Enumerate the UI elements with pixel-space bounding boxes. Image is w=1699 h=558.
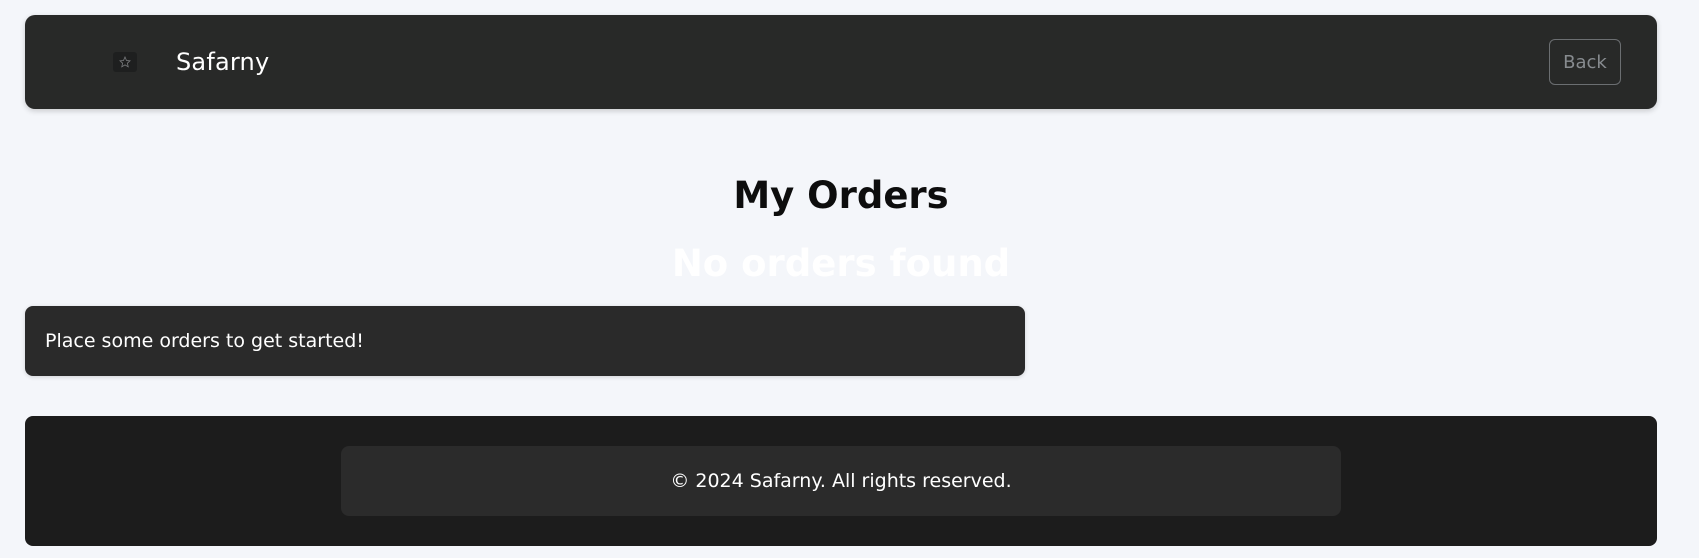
empty-state-message: Place some orders to get started! — [45, 330, 364, 352]
copyright-text: © 2024 Safarny. All rights reserved. — [670, 470, 1012, 492]
footer-copyright-box: © 2024 Safarny. All rights reserved. — [341, 446, 1341, 516]
empty-state-heading: No orders found — [671, 242, 1011, 285]
navbar: Safarny Back — [25, 15, 1657, 109]
logo-icon[interactable] — [113, 52, 137, 72]
brand-name[interactable]: Safarny — [176, 45, 269, 79]
footer: © 2024 Safarny. All rights reserved. — [25, 416, 1657, 546]
back-button[interactable]: Back — [1549, 39, 1621, 85]
empty-state-card: Place some orders to get started! — [25, 306, 1025, 376]
page-title: My Orders — [733, 174, 949, 217]
